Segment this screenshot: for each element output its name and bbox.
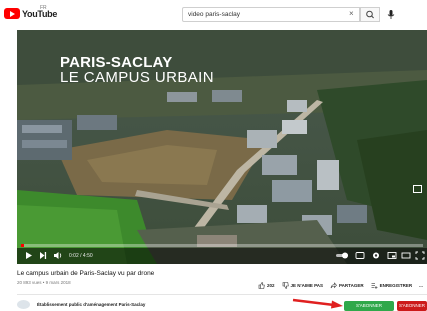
fullscreen-icon[interactable]: [415, 251, 425, 260]
cast-icon[interactable]: [413, 185, 422, 193]
dislike-button[interactable]: JE N'AIME PAS: [282, 282, 324, 289]
player-controls: 0:02 / 4:50: [17, 248, 427, 264]
video-overlay-title: PARIS-SACLAY LE CAMPUS URBAIN: [60, 55, 214, 86]
logo-country: FR: [40, 5, 47, 11]
share-button[interactable]: PARTAGER: [330, 282, 364, 289]
next-icon[interactable]: [39, 251, 47, 260]
like-count: 202: [267, 283, 275, 288]
time-display: 0:02 / 4:50: [69, 253, 93, 259]
share-label: PARTAGER: [339, 283, 364, 288]
progress-fill: [21, 244, 24, 247]
share-icon: [330, 282, 337, 289]
play-icon[interactable]: [25, 251, 33, 260]
search-icon: [366, 10, 374, 19]
like-button[interactable]: 202: [258, 282, 275, 289]
channel-avatar[interactable]: [17, 300, 30, 309]
youtube-logo[interactable]: YouTube FR: [4, 5, 57, 19]
divider: [17, 294, 427, 295]
search-input[interactable]: video paris-saclay: [182, 7, 360, 22]
thumbs-up-icon: [258, 282, 265, 289]
save-button[interactable]: ENREGISTRER: [371, 282, 413, 289]
overlay-line-2: LE CAMPUS URBAIN: [60, 69, 214, 86]
autoplay-toggle-icon[interactable]: [335, 251, 349, 260]
microphone-icon[interactable]: [385, 8, 397, 21]
top-bar: YouTube FR video paris-saclay ×: [0, 0, 427, 28]
miniplayer-icon[interactable]: [387, 251, 397, 260]
thumbs-down-icon: [282, 282, 289, 289]
more-actions-button[interactable]: ...: [419, 283, 423, 288]
channel-name[interactable]: Établissement public d'aménagement Paris…: [37, 302, 145, 307]
theater-mode-icon[interactable]: [401, 251, 411, 260]
save-label: ENREGISTRER: [379, 283, 413, 288]
subtitles-icon[interactable]: [355, 251, 365, 260]
play-logo-icon: [4, 8, 20, 19]
add-to-playlist-icon: [371, 283, 378, 289]
settings-gear-icon[interactable]: [371, 251, 381, 260]
search-button[interactable]: [360, 7, 380, 22]
overlay-line-1: PARIS-SACLAY: [60, 54, 173, 71]
red-arrow-annotation: [292, 298, 343, 309]
clear-search-icon[interactable]: ×: [349, 9, 354, 18]
video-meta: 20 893 vues • 9 mars 2018: [17, 280, 71, 285]
video-actions: 202 JE N'AIME PAS PARTAGER ENREGISTRER .…: [258, 282, 423, 289]
volume-icon[interactable]: [53, 251, 63, 260]
dislike-label: JE N'AIME PAS: [290, 283, 324, 288]
subscribe-button[interactable]: S'ABONNER: [397, 301, 427, 311]
video-title: Le campus urbain de Paris-Saclay vu par …: [17, 270, 155, 277]
video-player[interactable]: PARIS-SACLAY LE CAMPUS URBAIN 0:02 / 4:5…: [17, 30, 427, 264]
join-button[interactable]: S'ABONNER: [344, 301, 394, 311]
progress-bar[interactable]: [21, 244, 423, 247]
